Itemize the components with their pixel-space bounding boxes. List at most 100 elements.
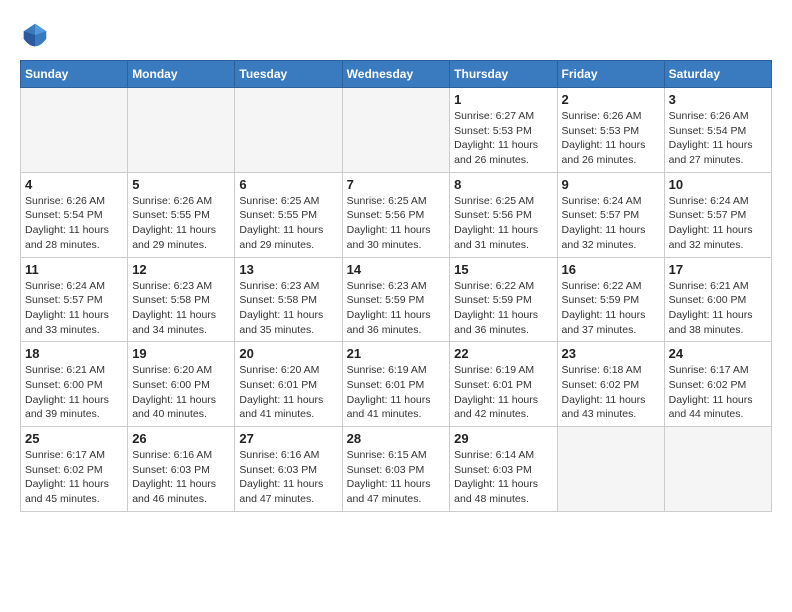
calendar-cell: 26 Sunrise: 6:16 AM Sunset: 6:03 PM Dayl… (128, 427, 235, 512)
calendar-cell (21, 88, 128, 173)
day-info: Sunrise: 6:19 AM Sunset: 6:01 PM Dayligh… (347, 363, 446, 422)
calendar-cell: 29 Sunrise: 6:14 AM Sunset: 6:03 PM Dayl… (450, 427, 557, 512)
day-info: Sunrise: 6:25 AM Sunset: 5:56 PM Dayligh… (454, 194, 552, 253)
day-header-wednesday: Wednesday (342, 61, 450, 88)
calendar-cell: 5 Sunrise: 6:26 AM Sunset: 5:55 PM Dayli… (128, 172, 235, 257)
day-header-thursday: Thursday (450, 61, 557, 88)
day-info: Sunrise: 6:23 AM Sunset: 5:59 PM Dayligh… (347, 279, 446, 338)
calendar-cell: 18 Sunrise: 6:21 AM Sunset: 6:00 PM Dayl… (21, 342, 128, 427)
calendar-cell: 21 Sunrise: 6:19 AM Sunset: 6:01 PM Dayl… (342, 342, 450, 427)
calendar-cell: 16 Sunrise: 6:22 AM Sunset: 5:59 PM Dayl… (557, 257, 664, 342)
day-info: Sunrise: 6:19 AM Sunset: 6:01 PM Dayligh… (454, 363, 552, 422)
day-number: 24 (669, 346, 767, 361)
day-number: 27 (239, 431, 337, 446)
day-info: Sunrise: 6:14 AM Sunset: 6:03 PM Dayligh… (454, 448, 552, 507)
calendar-cell: 10 Sunrise: 6:24 AM Sunset: 5:57 PM Dayl… (664, 172, 771, 257)
calendar-cell: 25 Sunrise: 6:17 AM Sunset: 6:02 PM Dayl… (21, 427, 128, 512)
day-info: Sunrise: 6:24 AM Sunset: 5:57 PM Dayligh… (669, 194, 767, 253)
day-header-saturday: Saturday (664, 61, 771, 88)
day-info: Sunrise: 6:20 AM Sunset: 6:01 PM Dayligh… (239, 363, 337, 422)
logo (20, 20, 54, 50)
day-number: 20 (239, 346, 337, 361)
calendar-cell: 24 Sunrise: 6:17 AM Sunset: 6:02 PM Dayl… (664, 342, 771, 427)
calendar-cell: 9 Sunrise: 6:24 AM Sunset: 5:57 PM Dayli… (557, 172, 664, 257)
calendar-cell (128, 88, 235, 173)
calendar-cell: 14 Sunrise: 6:23 AM Sunset: 5:59 PM Dayl… (342, 257, 450, 342)
logo-icon (20, 20, 50, 50)
day-info: Sunrise: 6:27 AM Sunset: 5:53 PM Dayligh… (454, 109, 552, 168)
calendar-cell (235, 88, 342, 173)
calendar-cell: 3 Sunrise: 6:26 AM Sunset: 5:54 PM Dayli… (664, 88, 771, 173)
day-number: 3 (669, 92, 767, 107)
calendar-cell: 13 Sunrise: 6:23 AM Sunset: 5:58 PM Dayl… (235, 257, 342, 342)
calendar-cell: 6 Sunrise: 6:25 AM Sunset: 5:55 PM Dayli… (235, 172, 342, 257)
day-info: Sunrise: 6:26 AM Sunset: 5:53 PM Dayligh… (562, 109, 660, 168)
day-number: 15 (454, 262, 552, 277)
calendar-table: SundayMondayTuesdayWednesdayThursdayFrid… (20, 60, 772, 512)
calendar-cell: 4 Sunrise: 6:26 AM Sunset: 5:54 PM Dayli… (21, 172, 128, 257)
day-number: 25 (25, 431, 123, 446)
day-number: 21 (347, 346, 446, 361)
day-info: Sunrise: 6:24 AM Sunset: 5:57 PM Dayligh… (562, 194, 660, 253)
day-info: Sunrise: 6:17 AM Sunset: 6:02 PM Dayligh… (669, 363, 767, 422)
day-number: 28 (347, 431, 446, 446)
day-number: 26 (132, 431, 230, 446)
day-info: Sunrise: 6:24 AM Sunset: 5:57 PM Dayligh… (25, 279, 123, 338)
day-info: Sunrise: 6:20 AM Sunset: 6:00 PM Dayligh… (132, 363, 230, 422)
day-info: Sunrise: 6:25 AM Sunset: 5:55 PM Dayligh… (239, 194, 337, 253)
day-info: Sunrise: 6:16 AM Sunset: 6:03 PM Dayligh… (132, 448, 230, 507)
calendar-cell: 8 Sunrise: 6:25 AM Sunset: 5:56 PM Dayli… (450, 172, 557, 257)
day-number: 6 (239, 177, 337, 192)
day-number: 8 (454, 177, 552, 192)
day-number: 16 (562, 262, 660, 277)
day-info: Sunrise: 6:15 AM Sunset: 6:03 PM Dayligh… (347, 448, 446, 507)
calendar-cell: 20 Sunrise: 6:20 AM Sunset: 6:01 PM Dayl… (235, 342, 342, 427)
day-info: Sunrise: 6:26 AM Sunset: 5:54 PM Dayligh… (25, 194, 123, 253)
day-info: Sunrise: 6:21 AM Sunset: 6:00 PM Dayligh… (25, 363, 123, 422)
calendar-cell (664, 427, 771, 512)
day-number: 13 (239, 262, 337, 277)
day-info: Sunrise: 6:25 AM Sunset: 5:56 PM Dayligh… (347, 194, 446, 253)
day-header-tuesday: Tuesday (235, 61, 342, 88)
day-number: 4 (25, 177, 123, 192)
day-info: Sunrise: 6:16 AM Sunset: 6:03 PM Dayligh… (239, 448, 337, 507)
calendar-cell: 27 Sunrise: 6:16 AM Sunset: 6:03 PM Dayl… (235, 427, 342, 512)
day-number: 9 (562, 177, 660, 192)
calendar-cell: 23 Sunrise: 6:18 AM Sunset: 6:02 PM Dayl… (557, 342, 664, 427)
day-number: 18 (25, 346, 123, 361)
day-number: 17 (669, 262, 767, 277)
day-number: 12 (132, 262, 230, 277)
page-header (20, 20, 772, 50)
calendar-week-3: 11 Sunrise: 6:24 AM Sunset: 5:57 PM Dayl… (21, 257, 772, 342)
calendar-week-5: 25 Sunrise: 6:17 AM Sunset: 6:02 PM Dayl… (21, 427, 772, 512)
day-number: 10 (669, 177, 767, 192)
day-info: Sunrise: 6:21 AM Sunset: 6:00 PM Dayligh… (669, 279, 767, 338)
day-number: 5 (132, 177, 230, 192)
day-number: 11 (25, 262, 123, 277)
day-info: Sunrise: 6:17 AM Sunset: 6:02 PM Dayligh… (25, 448, 123, 507)
day-info: Sunrise: 6:26 AM Sunset: 5:54 PM Dayligh… (669, 109, 767, 168)
calendar-cell: 2 Sunrise: 6:26 AM Sunset: 5:53 PM Dayli… (557, 88, 664, 173)
calendar-cell: 19 Sunrise: 6:20 AM Sunset: 6:00 PM Dayl… (128, 342, 235, 427)
day-info: Sunrise: 6:22 AM Sunset: 5:59 PM Dayligh… (562, 279, 660, 338)
calendar-week-4: 18 Sunrise: 6:21 AM Sunset: 6:00 PM Dayl… (21, 342, 772, 427)
calendar-cell: 1 Sunrise: 6:27 AM Sunset: 5:53 PM Dayli… (450, 88, 557, 173)
calendar-header-row: SundayMondayTuesdayWednesdayThursdayFrid… (21, 61, 772, 88)
day-number: 7 (347, 177, 446, 192)
day-header-sunday: Sunday (21, 61, 128, 88)
day-number: 14 (347, 262, 446, 277)
calendar-week-1: 1 Sunrise: 6:27 AM Sunset: 5:53 PM Dayli… (21, 88, 772, 173)
day-number: 29 (454, 431, 552, 446)
day-info: Sunrise: 6:26 AM Sunset: 5:55 PM Dayligh… (132, 194, 230, 253)
calendar-cell (342, 88, 450, 173)
calendar-cell: 17 Sunrise: 6:21 AM Sunset: 6:00 PM Dayl… (664, 257, 771, 342)
calendar-cell: 7 Sunrise: 6:25 AM Sunset: 5:56 PM Dayli… (342, 172, 450, 257)
day-info: Sunrise: 6:23 AM Sunset: 5:58 PM Dayligh… (239, 279, 337, 338)
day-number: 2 (562, 92, 660, 107)
day-info: Sunrise: 6:23 AM Sunset: 5:58 PM Dayligh… (132, 279, 230, 338)
day-number: 1 (454, 92, 552, 107)
day-number: 23 (562, 346, 660, 361)
calendar-cell: 22 Sunrise: 6:19 AM Sunset: 6:01 PM Dayl… (450, 342, 557, 427)
day-info: Sunrise: 6:22 AM Sunset: 5:59 PM Dayligh… (454, 279, 552, 338)
calendar-cell: 28 Sunrise: 6:15 AM Sunset: 6:03 PM Dayl… (342, 427, 450, 512)
